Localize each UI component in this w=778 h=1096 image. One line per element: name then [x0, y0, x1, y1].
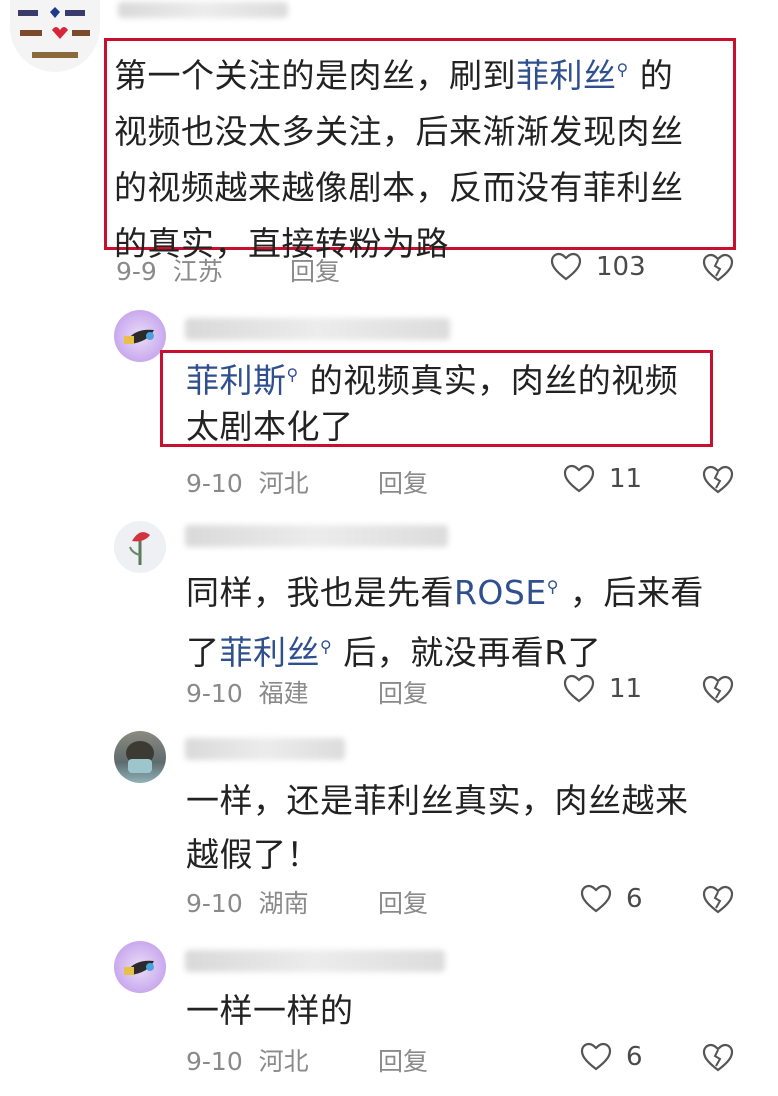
- search-icon: ⚲: [320, 637, 333, 656]
- heart-outline-icon[interactable]: [580, 884, 612, 914]
- like-group: 11: [563, 674, 642, 704]
- comment-meta: 9-10 河北: [186, 464, 309, 500]
- comment-date: 9-10: [186, 889, 243, 918]
- comment-location: 河北: [258, 469, 309, 498]
- search-icon: ⚲: [286, 365, 299, 384]
- comment-location: 湖南: [258, 889, 309, 918]
- comment-meta: 9-10 河北: [186, 1042, 309, 1078]
- like-count: 6: [626, 1042, 643, 1072]
- username-blurred[interactable]: [185, 738, 345, 760]
- reply-button[interactable]: 回复: [290, 252, 340, 288]
- broken-heart-icon[interactable]: [702, 675, 734, 705]
- like-group: 6: [580, 884, 643, 914]
- username-blurred[interactable]: [185, 318, 450, 340]
- comment-date: 9-10: [186, 679, 243, 708]
- avatar[interactable]: [114, 941, 166, 993]
- heart-outline-icon[interactable]: [550, 252, 582, 282]
- username-blurred[interactable]: [185, 950, 445, 972]
- comment-meta: 9-10 福建: [186, 674, 309, 710]
- comment-text: 一样，还是菲利丝真实，肉丝越来 越假了！: [186, 781, 689, 874]
- comment-date: 9-10: [186, 1047, 243, 1076]
- mention-link[interactable]: 菲利丝⚲: [516, 56, 629, 95]
- reply-button[interactable]: 回复: [378, 464, 428, 500]
- comment-location: 福建: [258, 679, 309, 708]
- comment-location: 江苏: [172, 257, 223, 286]
- like-count: 6: [626, 884, 643, 914]
- mention-link[interactable]: 菲利斯⚲: [186, 361, 299, 400]
- avatar[interactable]: [10, 0, 100, 72]
- search-icon: ⚲: [616, 60, 629, 79]
- like-group: 11: [563, 464, 642, 494]
- heart-outline-icon[interactable]: [563, 674, 595, 704]
- comment-date: 9-10: [186, 469, 243, 498]
- broken-heart-icon[interactable]: [702, 253, 734, 283]
- comment-text: 菲利斯⚲ 的视频真实，肉丝的视频 太剧本化了: [186, 361, 679, 446]
- comment-text: 一样一样的: [186, 991, 354, 1030]
- comment-meta: 9-10 湖南: [186, 884, 309, 920]
- heart-outline-icon[interactable]: [563, 464, 595, 494]
- comment-text: 同样，我也是先看ROSE⚲ ，后来看 了菲利丝⚲ 后，就没再看R了: [186, 573, 704, 672]
- broken-heart-icon[interactable]: [702, 465, 734, 495]
- comment-meta: 9-9 江苏: [116, 252, 223, 288]
- comment-date: 9-9: [116, 257, 157, 286]
- avatar[interactable]: [114, 521, 166, 573]
- comment-text: 第一个关注的是肉丝，刷到菲利丝⚲ 的 视频也没太多关注，后来渐渐发现肉丝 的视频…: [114, 56, 684, 263]
- like-group: 103: [550, 252, 646, 282]
- mention-link[interactable]: 菲利丝⚲: [220, 633, 333, 672]
- comment-location: 河北: [258, 1047, 309, 1076]
- like-count: 11: [609, 464, 643, 494]
- avatar[interactable]: [114, 731, 166, 783]
- reply-button[interactable]: 回复: [378, 884, 428, 920]
- broken-heart-icon[interactable]: [702, 885, 734, 915]
- search-icon: ⚲: [546, 577, 559, 596]
- reply-button[interactable]: 回复: [378, 674, 428, 710]
- reply-button[interactable]: 回复: [378, 1042, 428, 1078]
- broken-heart-icon[interactable]: [702, 1043, 734, 1073]
- username-blurred[interactable]: [185, 525, 448, 547]
- like-count: 11: [609, 674, 643, 704]
- username-blurred[interactable]: [118, 2, 288, 18]
- mention-link[interactable]: ROSE⚲: [454, 573, 559, 612]
- like-group: 6: [580, 1042, 643, 1072]
- like-count: 103: [596, 252, 646, 282]
- avatar[interactable]: [114, 310, 166, 362]
- heart-outline-icon[interactable]: [580, 1042, 612, 1072]
